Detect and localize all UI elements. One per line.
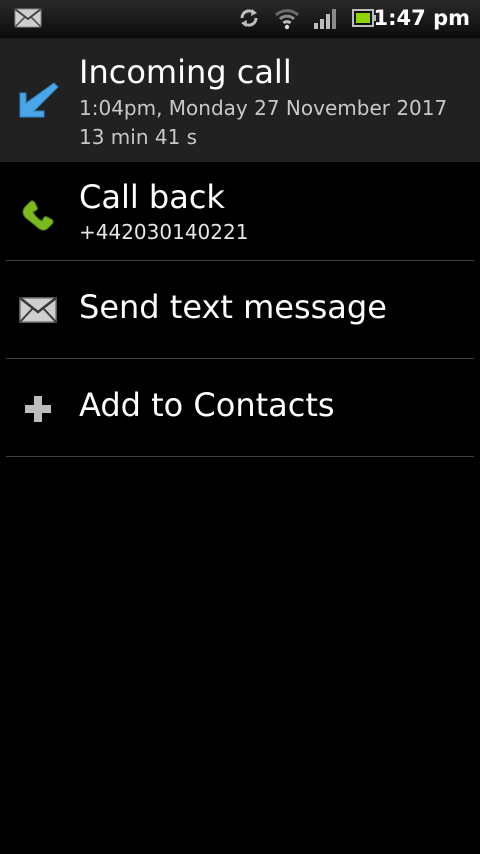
call-details-header: Incoming call 1:04pm, Monday 27 November…	[0, 39, 480, 162]
phone-number: +442030140221	[79, 220, 249, 244]
add-to-contacts-label: Add to Contacts	[79, 386, 335, 424]
plus-icon	[25, 396, 51, 422]
send-text-message-row[interactable]: Send text message	[0, 261, 480, 358]
divider	[6, 456, 474, 457]
call-back-row[interactable]: Call back +442030140221	[0, 162, 480, 260]
battery-icon	[352, 9, 376, 27]
sync-icon	[240, 9, 258, 27]
phone-icon	[22, 200, 54, 231]
mail-notification-icon	[14, 8, 42, 28]
envelope-icon	[19, 297, 57, 323]
call-type-title: Incoming call	[79, 53, 292, 91]
add-to-contacts-row[interactable]: Add to Contacts	[0, 359, 480, 456]
incoming-call-arrow-icon	[19, 82, 59, 118]
call-datetime: 1:04pm, Monday 27 November 2017	[79, 96, 448, 120]
signal-icon	[314, 9, 336, 29]
wifi-icon	[274, 9, 300, 30]
status-time: 1:47 pm	[373, 6, 470, 30]
status-bar: 1:47 pm	[0, 0, 480, 39]
call-duration: 13 min 41 s	[79, 125, 198, 149]
call-back-label: Call back	[79, 178, 225, 216]
send-text-message-label: Send text message	[79, 288, 387, 326]
